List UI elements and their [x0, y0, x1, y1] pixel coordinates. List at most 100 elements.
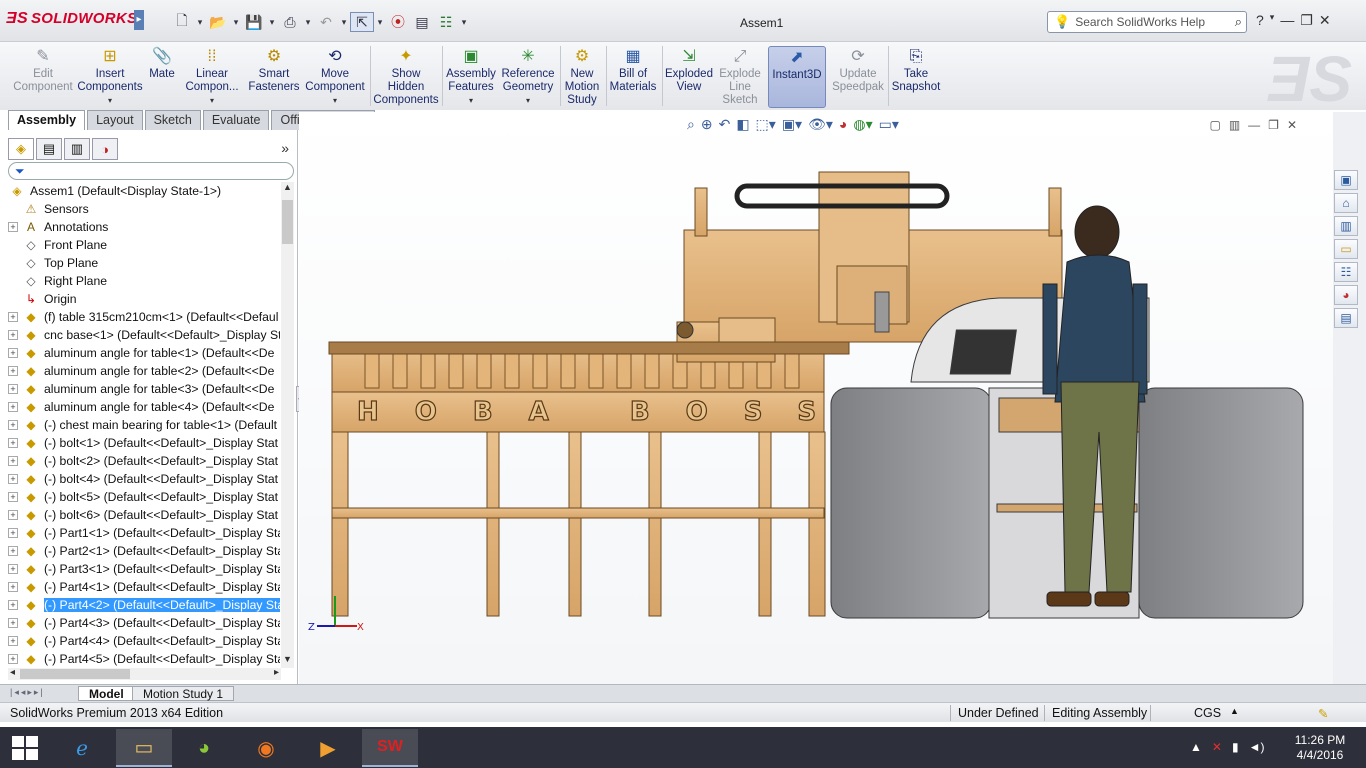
close-icon[interactable]: ✕	[1319, 12, 1331, 29]
tree-item[interactable]: + ◆ (-) Part4<2> (Default<<Default>_Displa…	[8, 596, 280, 614]
network-icon[interactable]: ✕	[1212, 740, 1222, 754]
tree-item[interactable]: + ◆ (f) table 315cm210cm<1> (Default<<Defa…	[8, 308, 280, 326]
tree-item[interactable]: ◇ Top Plane	[8, 254, 280, 272]
expand-plus-icon[interactable]: +	[8, 600, 18, 610]
tree-item[interactable]: + A Annotations	[8, 218, 280, 236]
expand-plus-icon[interactable]: +	[8, 636, 18, 646]
tree-item[interactable]: + ◆ (-) Part4<4> (Default<<Default>_Displa…	[8, 632, 280, 650]
property-manager-tab-icon[interactable]: ▤	[36, 138, 62, 160]
tree-item[interactable]: + ◆ (-) bolt<1> (Default<<Default>_Display…	[8, 434, 280, 452]
reference-geometry-button[interactable]: ✳ Reference Geometry ▾	[500, 46, 556, 108]
feature-manager-tab-icon[interactable]: ◈	[8, 138, 34, 160]
graphics-area[interactable]: ⌕ ⊕ ↶ ◧ ⬚▾ ▣▾ 👁▾ ◕ ◍▾ ▭▾ ▢ ▥ — ❐ ✕ HOBA …	[299, 112, 1333, 684]
design-library-icon[interactable]: ▥	[1334, 216, 1358, 236]
viewport-minimize-icon[interactable]: —	[1248, 118, 1260, 132]
viewport-split-icon[interactable]: ▥	[1229, 118, 1240, 132]
show-hidden-components-button[interactable]: ✦ Show Hidden Components	[373, 46, 438, 108]
hscroll-thumb[interactable]	[20, 669, 130, 679]
expand-plus-icon[interactable]: +	[8, 420, 18, 430]
expand-plus-icon[interactable]: +	[8, 510, 18, 520]
options-icon[interactable]: ☷	[434, 12, 458, 32]
file-explorer-taskbar-icon[interactable]: ▭	[116, 729, 172, 767]
tree-horizontal-scrollbar[interactable]: ◂ ▸	[8, 667, 281, 680]
tree-item[interactable]: + ◆ (-) bolt<4> (Default<<Default>_Display…	[8, 470, 280, 488]
volume-icon[interactable]: ◄)	[1249, 740, 1265, 754]
new-document-icon[interactable]: 🗋	[170, 12, 194, 32]
open-folder-icon[interactable]: 📂	[206, 12, 230, 32]
new-dropdown-icon[interactable]: ▾	[194, 12, 206, 32]
tree-item[interactable]: + ◆ aluminum angle for table<2> (Default<<…	[8, 362, 280, 380]
restore-icon[interactable]: ❐	[1300, 12, 1313, 29]
tray-expand-icon[interactable]: ▲	[1190, 740, 1202, 754]
expand-plus-icon[interactable]: +	[8, 528, 18, 538]
expand-plus-icon[interactable]: +	[8, 456, 18, 466]
expand-plus-icon[interactable]: +	[8, 618, 18, 628]
help-search-input[interactable]: 💡 Search SolidWorks Help ⌕	[1047, 11, 1247, 33]
section-view-icon[interactable]: ◧	[736, 116, 749, 133]
tab-navigation-icon[interactable]: |◂◂▸▸|	[10, 687, 45, 698]
help-icon[interactable]: ?	[1256, 12, 1264, 29]
edit-appearance-icon[interactable]: ◕	[839, 116, 847, 133]
expand-plus-icon[interactable]: +	[8, 564, 18, 574]
update-speedpak-button[interactable]: ⟳ Update Speedpak	[830, 46, 886, 108]
messenger-bird-icon[interactable]: ◕	[176, 729, 232, 767]
expand-plus-icon[interactable]: +	[8, 654, 18, 664]
options-dropdown-icon[interactable]: ▾	[458, 12, 470, 32]
scroll-down-icon[interactable]: ▼	[281, 654, 294, 668]
tree-item[interactable]: ◇ Right Plane	[8, 272, 280, 290]
smart-fasteners-button[interactable]: ⚙ Smart Fasteners	[248, 46, 300, 108]
view-settings-icon[interactable]: ▭▾	[879, 116, 899, 133]
display-manager-tab-icon[interactable]: ◑	[92, 138, 118, 160]
tree-item[interactable]: ◇ Front Plane	[8, 236, 280, 254]
tree-item[interactable]: ⚠ Sensors	[8, 200, 280, 218]
scroll-up-icon[interactable]: ▲	[281, 182, 294, 196]
tree-item[interactable]: + ◆ (-) bolt<6> (Default<<Default>_Display…	[8, 506, 280, 524]
edit-component-button[interactable]: ✎ Edit Component	[12, 46, 74, 108]
expand-plus-icon[interactable]: +	[8, 402, 18, 412]
explode-line-sketch-button[interactable]: ⤢ Explode Line Sketch	[716, 46, 764, 108]
expand-plus-icon[interactable]: +	[8, 492, 18, 502]
viewport-close-icon[interactable]: ✕	[1287, 118, 1297, 132]
assembly-features-button[interactable]: ▣ Assembly Features ▾	[446, 46, 496, 108]
tree-item[interactable]: + ◆ (-) Part4<1> (Default<<Default>_Displa…	[8, 578, 280, 596]
save-icon[interactable]: 💾	[242, 12, 266, 32]
viewport-tile-icon[interactable]: ▢	[1209, 118, 1220, 132]
scroll-thumb[interactable]	[282, 200, 293, 244]
appearances-icon[interactable]: ◕	[1334, 285, 1358, 305]
new-motion-study-button[interactable]: ⚙ New Motion Study	[562, 46, 602, 108]
tab-evaluate[interactable]: Evaluate	[202, 110, 270, 130]
linear-component-pattern-button[interactable]: ⁞⁞ Linear Compon... ▾	[182, 46, 242, 108]
tree-item[interactable]: + ◆ cnc base<1> (Default<<Default>_Display…	[8, 326, 280, 344]
expand-plus-icon[interactable]: +	[8, 474, 18, 484]
search-icon[interactable]: ⌕	[1235, 14, 1242, 30]
firefox-icon[interactable]: ◉	[238, 729, 294, 767]
media-player-icon[interactable]: ▶	[300, 729, 356, 767]
tab-assembly[interactable]: Assembly	[8, 110, 86, 130]
solidworks-taskbar-icon[interactable]: SW	[362, 729, 418, 767]
scroll-left-icon[interactable]: ◂	[10, 667, 15, 678]
save-dropdown-icon[interactable]: ▾	[266, 12, 278, 32]
expand-plus-icon[interactable]: +	[8, 546, 18, 556]
expand-plus-icon[interactable]: +	[8, 222, 18, 232]
tree-root[interactable]: ◈ Assem1 (Default<Display State-1>)	[8, 182, 280, 200]
display-style-icon[interactable]: ▣▾	[782, 116, 802, 133]
internet-explorer-icon[interactable]: ℯ	[54, 729, 110, 767]
file-properties-icon[interactable]: ▤	[410, 12, 434, 32]
tree-item[interactable]: + ◆ (-) Part2<1> (Default<<Default>_Displa…	[8, 542, 280, 560]
system-clock[interactable]: 11:26 PM 4/4/2016	[1290, 733, 1350, 763]
expand-plus-icon[interactable]: +	[8, 348, 18, 358]
tree-item[interactable]: + ◆ (-) Part1<1> (Default<<Default>_Displa…	[8, 524, 280, 542]
windows-start-icon[interactable]	[12, 736, 38, 760]
tree-item[interactable]: + ◆ (-) Part4<3> (Default<<Default>_Displa…	[8, 614, 280, 632]
expand-plus-icon[interactable]: +	[8, 312, 18, 322]
previous-view-icon[interactable]: ↶	[719, 116, 731, 133]
mate-button[interactable]: 📎 Mate	[146, 46, 178, 108]
tree-item[interactable]: + ◆ (-) bolt<2> (Default<<Default>_Display…	[8, 452, 280, 470]
instant3d-button[interactable]: ⬈ Instant3D	[768, 46, 826, 108]
tree-filter-input[interactable]: ⏷	[8, 162, 294, 180]
select-dropdown-icon[interactable]: ▾	[374, 12, 386, 32]
tab-motion-study[interactable]: Motion Study 1	[132, 686, 235, 701]
viewport-restore-icon[interactable]: ❐	[1268, 118, 1279, 132]
help-dropdown-icon[interactable]: ▾	[1270, 12, 1275, 29]
tree-vertical-scrollbar[interactable]: ▲ ▼	[281, 182, 294, 668]
